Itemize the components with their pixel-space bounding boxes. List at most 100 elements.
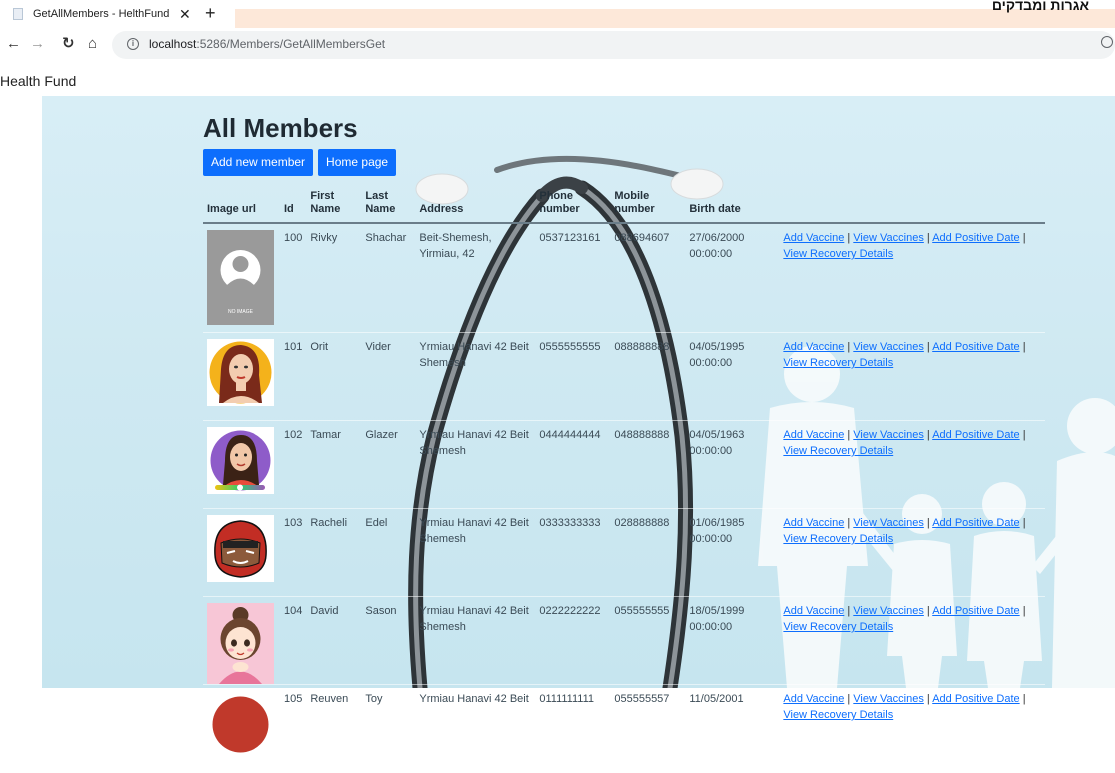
- view-recovery-details-link[interactable]: View Recovery Details: [783, 445, 893, 457]
- member-mobile: 088694607: [610, 223, 686, 333]
- member-birth-date: 11/05/2001: [685, 684, 780, 773]
- url-field[interactable]: i localhost:5286/Members/GetAllMembersGe…: [112, 31, 1115, 59]
- add-vaccine-link[interactable]: Add Vaccine: [783, 232, 844, 244]
- table-header-row: Image url Id First Name Last Name Addres…: [203, 190, 1046, 224]
- member-phone: 0537123161: [535, 223, 611, 333]
- tab-strip-background: [235, 9, 1115, 28]
- member-last-name: Vider: [361, 332, 416, 421]
- url-path: :5286/Members/GetAllMembersGet: [196, 37, 386, 51]
- link-separator: |: [926, 605, 930, 617]
- table-row: 101 Orit Vider Yrmiau Hanavi 42 Beit Shemes…: [203, 332, 1046, 421]
- table-row: 102 Tamar Glazer Yrmiau Hanavi 42 Beit Shem…: [203, 420, 1046, 509]
- member-mobile: 028888888: [610, 508, 686, 597]
- view-vaccines-link[interactable]: View Vaccines: [853, 341, 924, 353]
- header-image: Image url: [203, 190, 280, 224]
- member-first-name: David: [306, 596, 362, 685]
- view-recovery-details-link[interactable]: View Recovery Details: [783, 533, 893, 545]
- header-buttons: Add new member Home page: [203, 149, 397, 176]
- browser-tab[interactable]: GetAllMembers - HelthFund ✕ +: [0, 0, 235, 28]
- site-info-icon[interactable]: i: [127, 38, 139, 50]
- view-vaccines-link[interactable]: View Vaccines: [853, 429, 924, 441]
- member-last-name: Glazer: [361, 420, 416, 509]
- members-table: Image url Id First Name Last Name Addres…: [203, 190, 1046, 773]
- add-positive-date-link[interactable]: Add Positive Date: [932, 341, 1019, 353]
- member-address: Yrmiau Hanavi 42 Beit Shemesh: [415, 508, 536, 597]
- add-positive-date-link[interactable]: Add Positive Date: [932, 517, 1019, 529]
- member-actions: Add Vaccine | View Vaccines | Add Positi…: [779, 332, 1046, 421]
- header-mobile: Mobile number: [610, 190, 686, 224]
- member-birth-date: 04/05/1963 00:00:00: [685, 420, 780, 509]
- view-recovery-details-link[interactable]: View Recovery Details: [783, 621, 893, 633]
- page-favicon-icon: [13, 8, 23, 20]
- member-birth-date: 01/06/1985 00:00:00: [685, 508, 780, 597]
- add-vaccine-link[interactable]: Add Vaccine: [783, 605, 844, 617]
- url-host: localhost: [149, 37, 197, 51]
- member-phone: 0222222222: [535, 596, 611, 685]
- avatar-cell: [203, 508, 280, 597]
- home-icon[interactable]: ⌂: [88, 36, 97, 52]
- link-separator: |: [1022, 605, 1026, 617]
- header-last-name: Last Name: [361, 190, 416, 224]
- link-separator: |: [926, 429, 930, 441]
- avatar: [207, 339, 274, 406]
- add-positive-date-link[interactable]: Add Positive Date: [932, 232, 1019, 244]
- member-last-name: Sason: [361, 596, 416, 685]
- member-first-name: Racheli: [306, 508, 362, 597]
- table-row: 104 David Sason Yrmiau Hanavi 42 Beit Sheme…: [203, 596, 1046, 685]
- member-actions: Add Vaccine | View Vaccines | Add Positi…: [779, 420, 1046, 509]
- link-separator: |: [1022, 232, 1026, 244]
- avatar: [207, 427, 274, 494]
- view-recovery-details-link[interactable]: View Recovery Details: [783, 709, 893, 721]
- link-separator: |: [847, 693, 851, 705]
- member-first-name: Rivky: [306, 223, 362, 333]
- link-separator: |: [847, 429, 851, 441]
- site-brand[interactable]: Health Fund: [0, 73, 76, 89]
- add-vaccine-link[interactable]: Add Vaccine: [783, 517, 844, 529]
- add-positive-date-link[interactable]: Add Positive Date: [932, 429, 1019, 441]
- tab-title: GetAllMembers - HelthFund: [33, 8, 170, 20]
- back-icon[interactable]: ←: [6, 36, 21, 52]
- member-phone: 0111111111: [535, 684, 611, 773]
- add-positive-date-link[interactable]: Add Positive Date: [932, 605, 1019, 617]
- view-vaccines-link[interactable]: View Vaccines: [853, 693, 924, 705]
- member-mobile: 055555557: [610, 684, 686, 773]
- link-separator: |: [1022, 693, 1026, 705]
- view-vaccines-link[interactable]: View Vaccines: [853, 232, 924, 244]
- avatar: [207, 691, 274, 758]
- add-positive-date-link[interactable]: Add Positive Date: [932, 693, 1019, 705]
- new-tab-icon[interactable]: +: [205, 4, 216, 22]
- member-id: 101: [280, 332, 307, 421]
- link-separator: |: [847, 341, 851, 353]
- member-actions: Add Vaccine | View Vaccines | Add Positi…: [779, 223, 1046, 333]
- add-vaccine-link[interactable]: Add Vaccine: [783, 341, 844, 353]
- header-birth-date: Birth date: [685, 190, 780, 224]
- close-tab-icon[interactable]: ✕: [179, 7, 191, 21]
- table-row: NO IMAGE 100 Rivky Shachar Beit-Shemesh, Yir…: [203, 223, 1046, 333]
- link-separator: |: [926, 693, 930, 705]
- header-address: Address: [415, 190, 536, 224]
- add-vaccine-link[interactable]: Add Vaccine: [783, 693, 844, 705]
- view-vaccines-link[interactable]: View Vaccines: [853, 517, 924, 529]
- member-address: Beit-Shemesh, Yirmiau, 42: [415, 223, 536, 333]
- member-mobile: 088888888: [610, 332, 686, 421]
- view-vaccines-link[interactable]: View Vaccines: [853, 605, 924, 617]
- avatar: [207, 603, 274, 684]
- add-member-button[interactable]: Add new member: [203, 149, 314, 176]
- member-actions: Add Vaccine | View Vaccines | Add Positi…: [779, 596, 1046, 685]
- forward-icon[interactable]: →: [30, 36, 45, 52]
- zoom-icon[interactable]: [1101, 36, 1113, 48]
- member-last-name: Toy: [361, 684, 416, 773]
- link-separator: |: [1022, 341, 1026, 353]
- page-title: All Members: [203, 113, 358, 143]
- reload-icon[interactable]: ↻: [62, 36, 75, 52]
- link-separator: |: [926, 517, 930, 529]
- view-recovery-details-link[interactable]: View Recovery Details: [783, 248, 893, 260]
- header-actions: [779, 190, 1046, 224]
- members-table-body: NO IMAGE 100 Rivky Shachar Beit-Shemesh, Yir…: [203, 223, 1046, 773]
- member-id: 102: [280, 420, 307, 509]
- member-actions: Add Vaccine | View Vaccines | Add Positi…: [779, 508, 1046, 597]
- home-page-button[interactable]: Home page: [318, 149, 397, 176]
- add-vaccine-link[interactable]: Add Vaccine: [783, 429, 844, 441]
- view-recovery-details-link[interactable]: View Recovery Details: [783, 357, 893, 369]
- link-separator: |: [926, 341, 930, 353]
